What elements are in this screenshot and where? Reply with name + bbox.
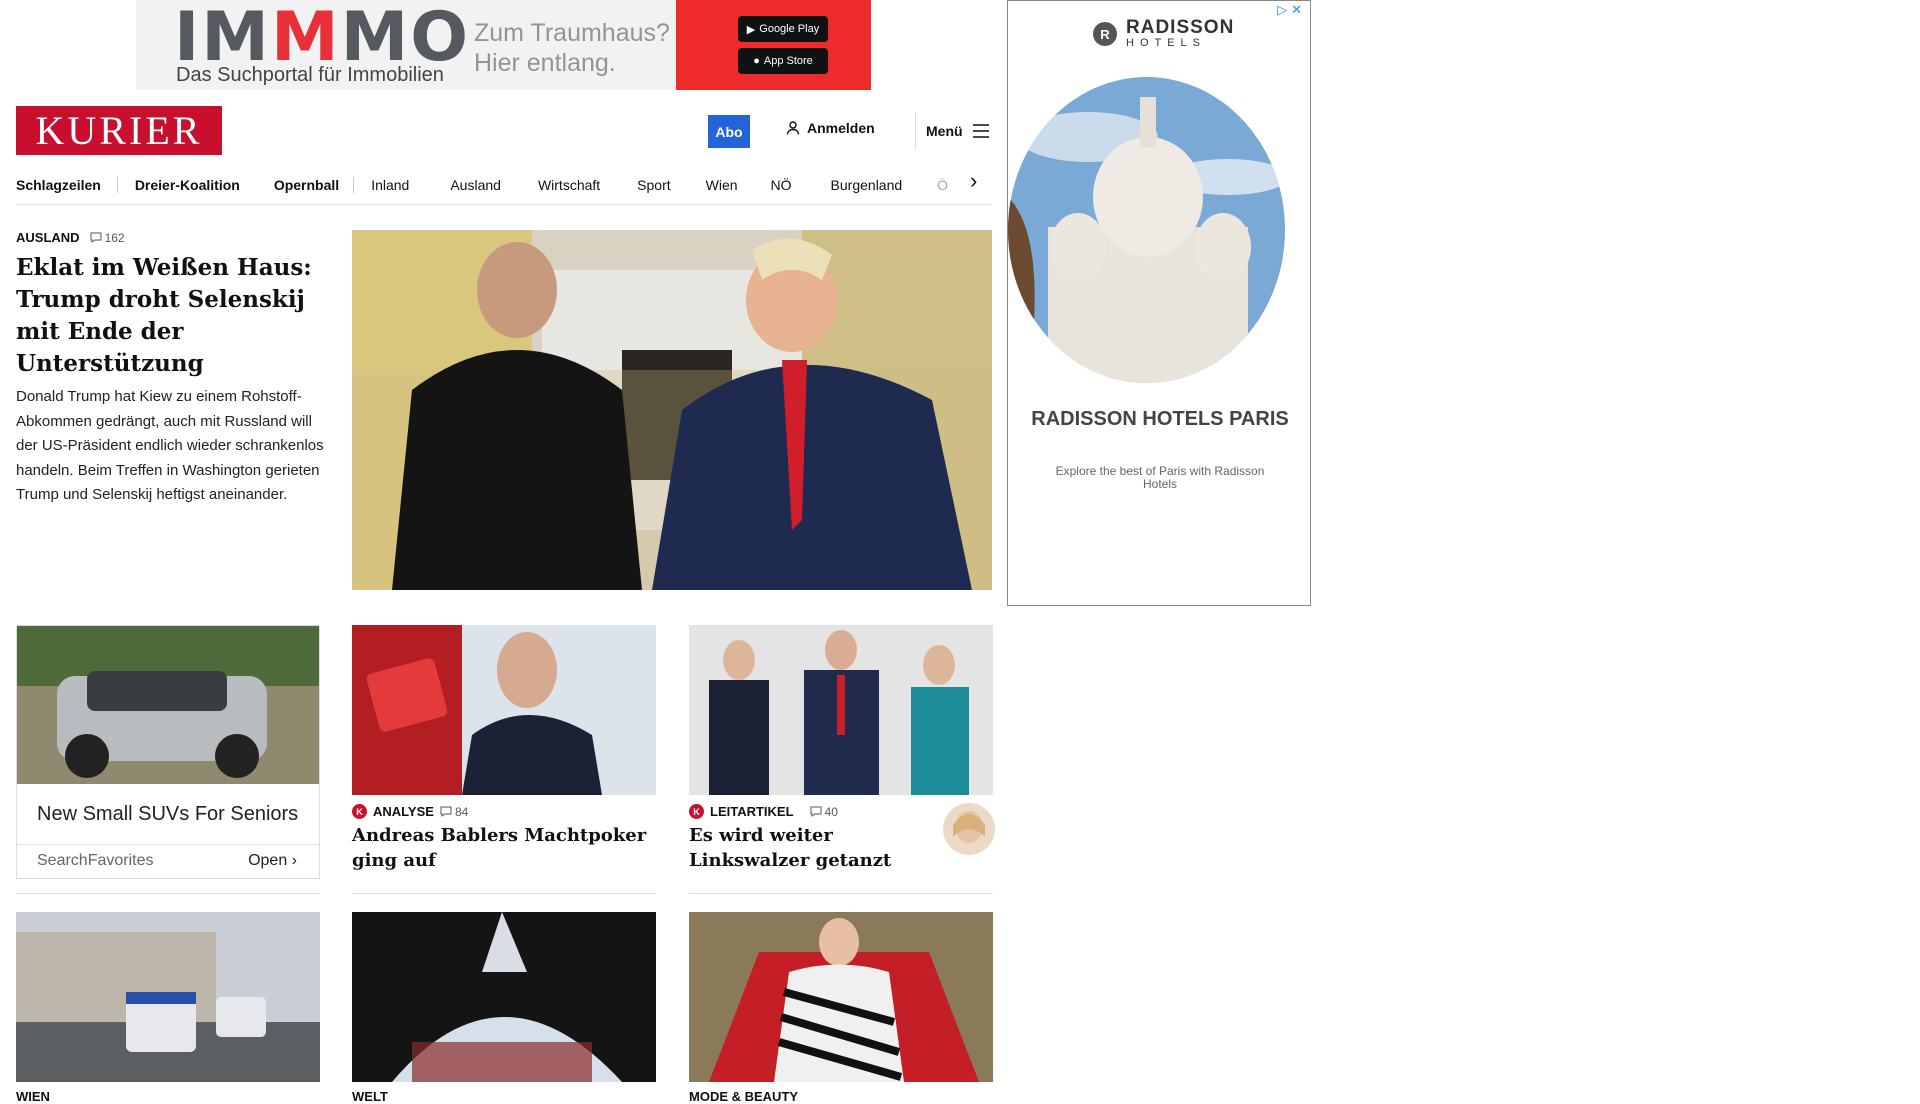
ad-title[interactable]: New Small SUVs For Seniors bbox=[37, 803, 298, 826]
card-kicker-analyse[interactable]: K ANALYSE 84 bbox=[352, 804, 468, 819]
kurier-logo[interactable]: KURIER bbox=[16, 106, 222, 155]
nav-scroll-right-icon[interactable]: › bbox=[970, 168, 977, 194]
radisson-mark-icon: R bbox=[1093, 22, 1117, 46]
card-photo-memorial[interactable] bbox=[352, 912, 656, 1082]
menu-label: Menü bbox=[926, 123, 963, 139]
author-avatar[interactable] bbox=[943, 803, 995, 855]
comment-count[interactable]: 84 bbox=[440, 805, 468, 819]
google-play-button[interactable]: ▶ Google Play bbox=[738, 16, 828, 42]
abo-button[interactable]: Abo bbox=[708, 115, 750, 148]
menu-button[interactable]: Menü bbox=[915, 112, 989, 150]
card-title-babler[interactable]: Andreas Bablers Machtpoker ging auf bbox=[352, 823, 652, 873]
app-store-button[interactable]: ● App Store bbox=[738, 48, 828, 74]
ad-choices-icon[interactable]: ▷✕ bbox=[1277, 2, 1306, 18]
comment-icon bbox=[440, 806, 452, 817]
section-nav: Schlagzeilen Dreier-Koalition Opernball … bbox=[16, 166, 991, 205]
kurier-k-icon: K bbox=[352, 804, 367, 819]
nav-item-wirtschaft[interactable]: Wirtschaft bbox=[518, 177, 617, 193]
ad-store-panel: ▶ Google Play ● App Store bbox=[676, 0, 871, 90]
user-icon bbox=[786, 121, 800, 135]
card-photo-politicians[interactable] bbox=[689, 625, 993, 795]
lead-comment-count[interactable]: 162 bbox=[90, 231, 125, 245]
apple-icon: ● bbox=[753, 55, 760, 67]
comment-icon bbox=[810, 806, 822, 817]
nav-item-inland[interactable]: Inland bbox=[354, 177, 426, 193]
nav-item-opernball[interactable]: Opernball bbox=[257, 177, 355, 193]
suv-photo bbox=[17, 626, 319, 784]
ad-claim: Zum Traumhaus? Hier entlang. bbox=[474, 19, 670, 77]
ad-open-button[interactable]: Open › bbox=[248, 852, 297, 870]
card-kicker-welt[interactable]: WELT bbox=[352, 1089, 388, 1104]
login-button[interactable]: Anmelden bbox=[786, 120, 875, 136]
card-kicker-wien[interactable]: WIEN bbox=[16, 1089, 50, 1104]
nav-item-noe[interactable]: NÖ bbox=[755, 177, 809, 193]
paris-photo bbox=[1008, 77, 1285, 383]
ad-divider bbox=[17, 844, 319, 845]
ad-source: SearchFavorites bbox=[37, 852, 154, 869]
lead-section: AUSLAND bbox=[16, 230, 80, 245]
divider bbox=[689, 893, 993, 894]
card-photo-opernball[interactable] bbox=[689, 912, 993, 1082]
svg-text:R: R bbox=[1100, 27, 1110, 42]
divider bbox=[352, 893, 656, 894]
card-kicker-leitartikel[interactable]: K LEITARTIKEL 40 bbox=[689, 804, 838, 819]
card-photo-babler[interactable] bbox=[352, 625, 656, 795]
card-photo-police[interactable] bbox=[16, 912, 320, 1082]
hamburger-icon bbox=[972, 124, 989, 138]
lead-kicker[interactable]: AUSLAND 162 bbox=[16, 230, 125, 245]
chevron-right-icon: › bbox=[291, 852, 297, 869]
comment-count[interactable]: 40 bbox=[810, 805, 838, 819]
lead-teaser: Donald Trump hat Kiew zu einem Rohstoff-… bbox=[16, 388, 324, 503]
side-ad-radisson[interactable]: ▷✕ R RADISSON HOTELS RADISSON HOTELS PAR… bbox=[1007, 0, 1311, 606]
nav-item-sport[interactable]: Sport bbox=[617, 177, 687, 193]
login-label: Anmelden bbox=[807, 120, 875, 136]
side-ad-description: Explore the best of Paris with Radisson … bbox=[1055, 464, 1265, 491]
comment-icon bbox=[90, 232, 102, 243]
ad-subtitle: Das Suchportal für Immobilien bbox=[176, 64, 444, 86]
nav-item-burgenland[interactable]: Burgenland bbox=[809, 177, 920, 193]
lead-headline[interactable]: Eklat im Weißen Haus: Trump droht Selens… bbox=[16, 252, 316, 380]
nav-item-schlagzeilen[interactable]: Schlagzeilen bbox=[16, 177, 118, 193]
nav-item-wien[interactable]: Wien bbox=[688, 177, 755, 193]
card-kicker-mode[interactable]: MODE & BEAUTY bbox=[689, 1089, 798, 1104]
card-title-linkswalzer[interactable]: Es wird weiter Linkswalzer getanzt bbox=[689, 823, 919, 873]
nav-item-truncated[interactable]: Ö bbox=[919, 177, 965, 193]
divider bbox=[16, 893, 320, 894]
kurier-k-icon: K bbox=[689, 804, 704, 819]
side-ad-headline[interactable]: RADISSON HOTELS PARIS bbox=[1028, 409, 1292, 430]
native-ad-suv[interactable]: ▷✕ New Small SUVs For Seniors SearchFavo… bbox=[16, 625, 320, 879]
lead-photo[interactable] bbox=[352, 230, 992, 590]
top-banner-ad[interactable]: IMMMO Das Suchportal für Immobilien Zum … bbox=[136, 0, 871, 90]
nav-item-ausland[interactable]: Ausland bbox=[426, 177, 518, 193]
play-icon: ▶ bbox=[746, 23, 756, 36]
radisson-logo: R RADISSON HOTELS bbox=[1092, 18, 1234, 49]
nav-item-dreier-koalition[interactable]: Dreier-Koalition bbox=[118, 177, 257, 193]
